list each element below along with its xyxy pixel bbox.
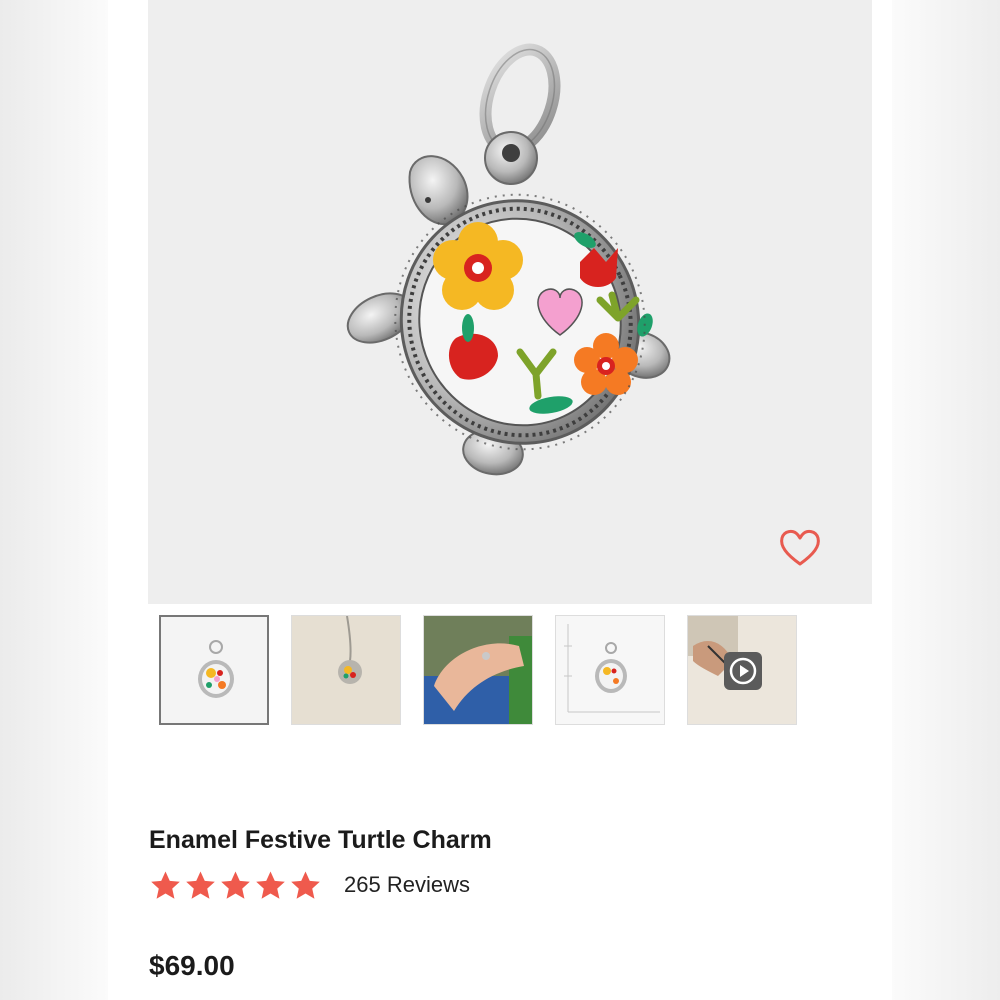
- main-product-image[interactable]: [148, 0, 872, 604]
- thumbnail-size-chart[interactable]: [555, 615, 665, 725]
- star-icon: [256, 870, 285, 899]
- reviews-link[interactable]: 265 Reviews: [344, 872, 470, 898]
- product-title: Enamel Festive Turtle Charm: [149, 826, 492, 854]
- product-card: Enamel Festive Turtle Charm 265 Reviews …: [108, 0, 892, 1000]
- thumbnail-crafting-video[interactable]: [687, 615, 797, 725]
- thumbnail-product-front[interactable]: [159, 615, 269, 725]
- play-button[interactable]: [724, 652, 762, 690]
- star-icon: [221, 870, 250, 899]
- thumbnail-on-wrist[interactable]: [423, 615, 533, 725]
- star-rating[interactable]: [149, 869, 322, 902]
- thumbnail-image: [424, 616, 532, 724]
- product-price: $69.00: [149, 950, 235, 981]
- thumbnail-image: [292, 616, 400, 724]
- turtle-charm-image: [346, 43, 671, 476]
- thumbnail-image: [161, 617, 267, 723]
- star-icon: [151, 870, 180, 899]
- wishlist-button[interactable]: [776, 526, 824, 572]
- thumbnail-strip: [159, 615, 797, 727]
- thumbnail-image: [556, 616, 664, 724]
- thumbnail-on-necklace[interactable]: [291, 615, 401, 725]
- heart-outline-icon: [780, 529, 820, 566]
- right-backdrop: [892, 0, 1000, 1000]
- star-icon: [291, 870, 320, 899]
- rating-row: 265 Reviews: [149, 866, 470, 904]
- play-icon: [729, 657, 757, 685]
- star-icon: [186, 870, 215, 899]
- left-backdrop: [0, 0, 108, 1000]
